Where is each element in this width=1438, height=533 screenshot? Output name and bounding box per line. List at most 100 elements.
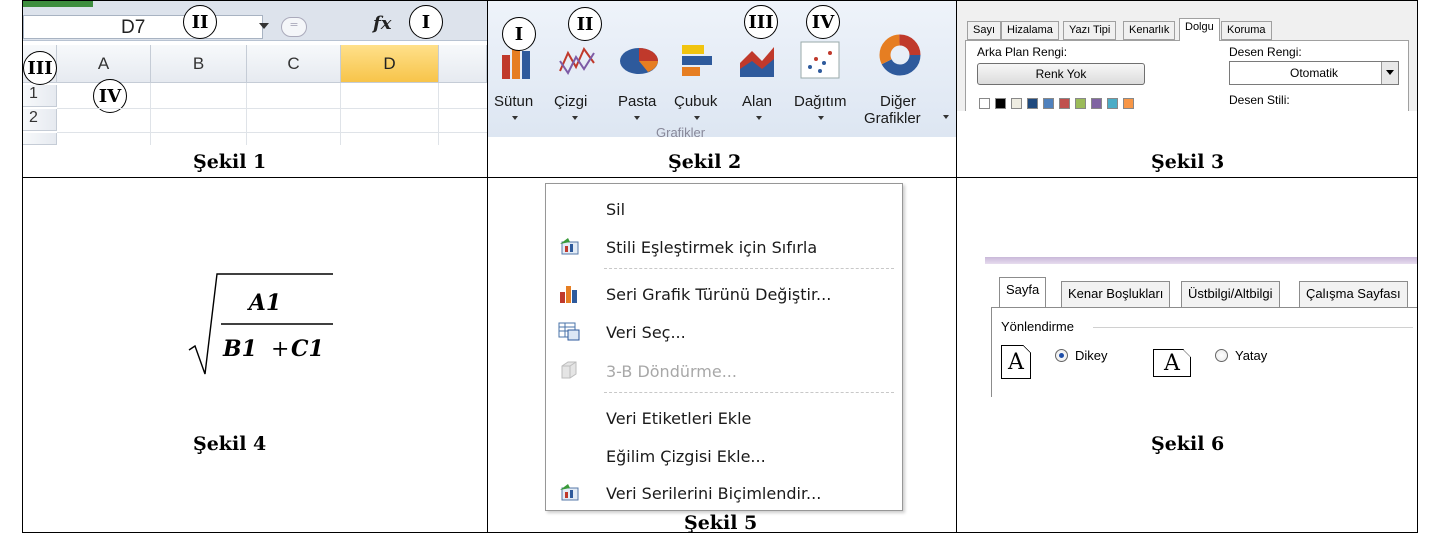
chevron-down-icon[interactable] (1381, 62, 1398, 84)
menu-item-select-data[interactable]: Veri Seç... (606, 323, 686, 342)
marker-i: I (502, 17, 536, 51)
pattern-style-label: Desen Stili: (1229, 93, 1290, 107)
sekil2-panel: I II III IV Sütun Çizgi Pasta Çubuk Alan… (487, 0, 957, 178)
marker-i: I (409, 5, 443, 39)
portrait-label[interactable]: Dikey (1075, 348, 1108, 363)
insert-function-icon[interactable]: fx (373, 13, 391, 34)
formula-bar-expand-icon[interactable]: = (281, 17, 307, 37)
pattern-color-label: Desen Rengi: (1229, 45, 1302, 59)
context-menu: Sil Stili Eşleştirmek için Sıfırla Seri … (545, 183, 903, 511)
portrait-page-icon: A (1001, 345, 1031, 379)
menu-item-reset-style[interactable]: Stili Eşleştirmek için Sıfırla (606, 238, 817, 257)
pie-chart-button[interactable]: Pasta (618, 93, 656, 110)
formula-plus: + (271, 337, 289, 362)
color-swatch[interactable] (1075, 98, 1086, 109)
scatter-chart-icon[interactable] (800, 41, 840, 81)
menu-item-change-chart-type[interactable]: Seri Grafik Türünü Değiştir... (606, 285, 831, 304)
menu-separator (604, 392, 894, 393)
gridline (438, 83, 439, 145)
sekil3-panel: Sayı Hizalama Yazı Tipi Kenarlık Koruma … (956, 0, 1418, 178)
column-header-a[interactable]: A (57, 45, 151, 83)
menu-item-add-data-labels[interactable]: Veri Etiketleri Ekle (606, 409, 751, 428)
tab-sayfa[interactable]: Sayfa (999, 277, 1047, 307)
area-chart-button[interactable]: Alan (742, 93, 772, 110)
other-charts-button-line1[interactable]: Diğer (880, 93, 916, 110)
chevron-down-icon[interactable] (512, 116, 518, 120)
landscape-label[interactable]: Yatay (1235, 348, 1267, 363)
row-header-1[interactable]: 1 (23, 85, 57, 107)
gridline (57, 108, 487, 109)
menu-item-add-trendline[interactable]: Eğilim Çizgisi Ekle... (606, 447, 766, 466)
color-swatch[interactable] (995, 98, 1006, 109)
name-box-value: D7 (121, 17, 146, 38)
other-charts-icon[interactable] (878, 33, 922, 77)
tab-dolgu[interactable]: Dolgu (1179, 18, 1220, 41)
sekil5-caption: Şekil 5 (684, 512, 758, 533)
line-chart-button[interactable]: Çizgi (554, 93, 587, 110)
chevron-down-icon[interactable] (943, 115, 949, 119)
color-swatch[interactable] (1059, 98, 1070, 109)
panel-border (991, 307, 992, 397)
line-chart-icon[interactable] (558, 41, 598, 81)
pattern-color-value: Otomatik (1289, 66, 1338, 80)
sekil5-panel: Sil Stili Eşleştirmek için Sıfırla Seri … (487, 177, 957, 533)
background-color-label: Arka Plan Rengi: (977, 45, 1068, 59)
pattern-color-select[interactable]: Otomatik (1229, 61, 1399, 85)
format-series-icon (560, 484, 579, 501)
tab-hizalama[interactable]: Hizalama (1001, 21, 1059, 40)
column-header-d[interactable]: D (341, 45, 439, 83)
figure-grid: D7 = fx II I A B C D III IV 1 2 Şekil 1 (0, 0, 1438, 533)
name-box-dropdown-icon[interactable] (259, 23, 269, 29)
color-swatch[interactable] (1011, 98, 1022, 109)
tab-kenarlik[interactable]: Kenarlık (1123, 21, 1176, 40)
portrait-radio[interactable] (1055, 349, 1068, 362)
color-swatch[interactable] (1107, 98, 1118, 109)
formula-numerator: A1 (247, 290, 281, 316)
menu-item-3d-rotation: 3-B Döndürme... (606, 362, 737, 381)
row-header-2[interactable]: 2 (23, 109, 57, 131)
column-header-c[interactable]: C (247, 45, 341, 83)
no-color-button-label: Renk Yok (1035, 67, 1087, 81)
scatter-chart-button[interactable]: Dağıtım (794, 93, 847, 110)
tab-koruma[interactable]: Koruma (1221, 21, 1272, 40)
sekil3-caption: Şekil 3 (1151, 151, 1225, 173)
tab-sayi[interactable]: Sayı (967, 21, 1002, 40)
no-color-button[interactable]: Renk Yok (977, 63, 1145, 85)
sekil6-caption: Şekil 6 (1151, 433, 1225, 455)
color-swatch[interactable] (1043, 98, 1054, 109)
pie-chart-icon[interactable] (618, 39, 660, 79)
color-swatch[interactable] (1123, 98, 1134, 109)
column-header-e[interactable] (439, 45, 487, 83)
tab-ustbilgi-altbilgi[interactable]: Üstbilgi/Altbilgi (1181, 281, 1280, 307)
area-chart-icon[interactable] (738, 41, 776, 81)
menu-gutter (546, 184, 596, 510)
marker-ii: II (183, 5, 217, 39)
color-swatch[interactable] (1027, 98, 1038, 109)
tab-calisma-sayfasi[interactable]: Çalışma Sayfası (1299, 281, 1408, 307)
ribbon-group-label: Grafikler (656, 125, 706, 140)
color-swatch[interactable] (979, 98, 990, 109)
tab-yazi-tipi[interactable]: Yazı Tipi (1063, 21, 1117, 40)
gridline (150, 83, 151, 145)
chevron-down-icon[interactable] (818, 116, 824, 120)
chevron-down-icon[interactable] (694, 116, 700, 120)
landscape-radio[interactable] (1215, 349, 1228, 362)
menu-item-format-data-series[interactable]: Veri Serilerini Biçimlendir... (606, 484, 821, 503)
menu-item-delete[interactable]: Sil (606, 200, 625, 219)
column-header-b[interactable]: B (151, 45, 247, 83)
bar-chart-icon[interactable] (678, 41, 714, 81)
chevron-down-icon[interactable] (756, 116, 762, 120)
row-header-3[interactable] (23, 133, 57, 145)
gridline (246, 83, 247, 145)
chevron-down-icon[interactable] (572, 116, 578, 120)
landscape-page-icon: A (1153, 349, 1191, 377)
bar-chart-button[interactable]: Çubuk (674, 93, 717, 110)
other-charts-button-line2[interactable]: Grafikler (864, 110, 921, 127)
reset-style-icon (560, 238, 579, 255)
column-chart-button[interactable]: Sütun (494, 93, 533, 110)
formula-sqrt-fraction: A1 B1 + C1 (188, 273, 333, 375)
tab-kenar-bosluklari[interactable]: Kenar Boşlukları (1061, 281, 1171, 307)
color-swatch[interactable] (1091, 98, 1102, 109)
chevron-down-icon[interactable] (634, 116, 640, 120)
formula-denominator-c1: C1 (291, 336, 324, 362)
